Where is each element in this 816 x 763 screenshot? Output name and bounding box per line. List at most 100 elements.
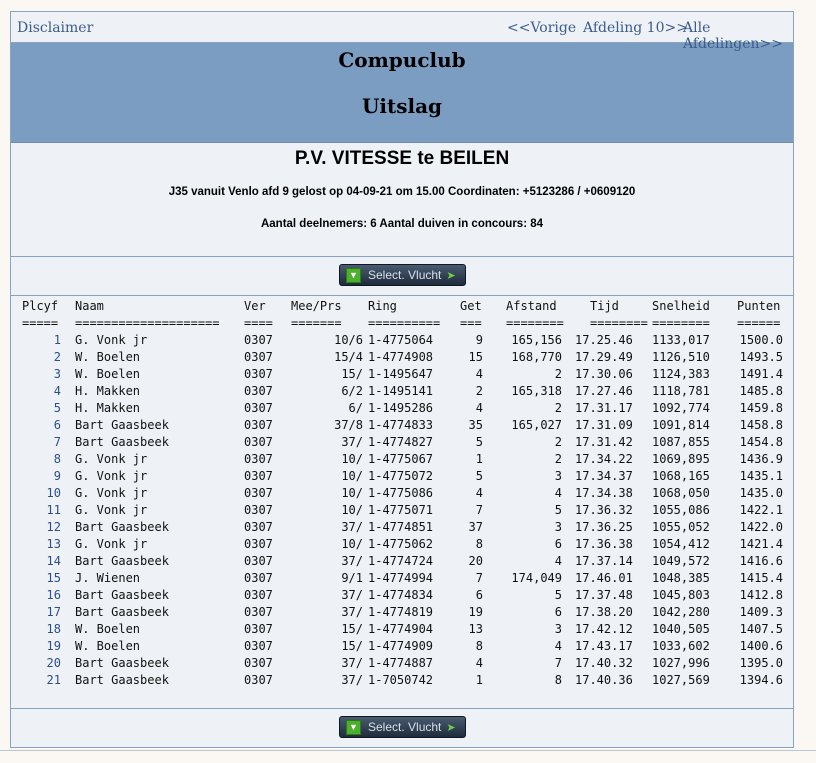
disclaimer-link[interactable]: Disclaimer (17, 20, 93, 36)
cell-snelheid: 1055,086 (652, 503, 710, 517)
cell-ring: 1-4774887 (368, 656, 434, 670)
cell-punten: 1400.6 (739, 639, 783, 653)
prev-link[interactable]: <<Vorige (507, 20, 576, 36)
button-bar-bottom: ▼ Select. Vlucht ➤ (11, 708, 793, 747)
cell-naam: W. Boelen (75, 367, 141, 381)
cell-snelheid: 1027,569 (652, 673, 710, 687)
cell-naam: W. Boelen (75, 350, 141, 364)
cell-punten: 1416.6 (739, 554, 783, 568)
cell-plaats: 18 (46, 622, 61, 636)
cell-naam: Bart Gaasbeek (75, 554, 169, 568)
cell-tijd: 17.37.48 (575, 588, 633, 602)
cell-snelheid: 1126,510 (652, 350, 710, 364)
cell-ver: 0307 (244, 537, 273, 551)
next-afdeling-link[interactable]: Afdeling 10>> (583, 20, 688, 36)
cell-ring: 1-4774827 (368, 435, 434, 449)
cell-plaats: 2 (53, 350, 61, 364)
cell-plaats: 12 (46, 520, 61, 534)
cell-ver: 0307 (244, 350, 273, 364)
cell-tijd: 17.36.32 (575, 503, 633, 517)
all-afdelingen-link[interactable]: Alle Afdelingen>> (683, 20, 793, 52)
cell-mee-prs: Mee/Prs (291, 299, 342, 313)
cell-snelheid: 1068,165 (652, 469, 710, 483)
cell-tijd: 17.36.25 (575, 520, 633, 534)
cell-ring: 1-4774851 (368, 520, 434, 534)
cell-plaats: Plcyf (22, 299, 59, 313)
cell-afstand: 4 (554, 554, 562, 568)
cell-punten: 1491.4 (739, 367, 783, 381)
cell-snelheid: 1118,781 (652, 384, 710, 398)
table-row: 3 W. Boelen 0307 15/1-1495647 4 2 17.30.06 1124… (11, 366, 793, 383)
table-row: 13 G. Vonk jr 0307 10/1-4775062 8 6 17.36.38 10… (11, 536, 793, 553)
cell-afstand: 2 (554, 367, 562, 381)
cell-get: 19 (468, 605, 483, 619)
table-row: 10 G. Vonk jr 0307 10/1-4775086 4 4 17.34.38 10… (11, 485, 793, 502)
cell-punten: 1454.8 (739, 435, 783, 449)
cell-get: 2 (475, 384, 483, 398)
cell-punten: 1485.8 (739, 384, 783, 398)
cell-ring: 1-4774908 (368, 350, 434, 364)
select-flight-label: Select. Vlucht (368, 268, 442, 282)
cell-get: 4 (475, 401, 483, 415)
select-flight-button-top[interactable]: ▼ Select. Vlucht ➤ (339, 264, 466, 286)
cell-naam: H. Makken (75, 401, 141, 415)
cell-get: 4 (475, 486, 483, 500)
table-row: 18 W. Boelen 0307 15/1-4774904 13 3 17.42.12 10… (11, 621, 793, 638)
cell-punten: 1407.5 (739, 622, 783, 636)
table-row: 21 Bart Gaasbeek 0307 37/1-7050742 1 8 17.40.3… (11, 672, 793, 689)
cell-naam: J. Wienen (75, 571, 141, 585)
select-flight-button-bottom[interactable]: ▼ Select. Vlucht ➤ (339, 716, 466, 738)
cell-afstand: 5 (554, 503, 562, 517)
cell-get: === (460, 316, 482, 330)
cell-afstand: 174,049 (511, 571, 562, 585)
club-name: P.V. VITESSE te BEILEN (294, 148, 510, 169)
table-row: 1 G. Vonk jr 0307 10/6 1-4775064 9 165,156 17.2… (11, 332, 793, 349)
table-row: 9 G. Vonk jr 0307 10/1-4775072 5 3 17.34.37 106… (11, 468, 793, 485)
participant-count: Aantal deelnemers: 6 Aantal duiven in co… (260, 218, 544, 230)
cell-mee-prs: 10/ (341, 486, 363, 500)
cell-afstand: 165,318 (511, 384, 562, 398)
cell-get: 9 (475, 333, 483, 347)
table-header-underline: ===== ==================== ==== ======= ====… (11, 315, 793, 332)
cell-afstand: 4 (554, 639, 562, 653)
cell-get: 4 (475, 367, 483, 381)
cell-naam: G. Vonk jr (75, 503, 148, 517)
arrow-right-icon: ➤ (446, 269, 456, 282)
cell-punten: 1415.4 (739, 571, 783, 585)
cell-ring: 1-1495141 (368, 384, 434, 398)
cell-ring: 1-1495647 (368, 367, 434, 381)
cell-get: 1 (475, 673, 483, 687)
cell-punten: 1493.5 (739, 350, 783, 364)
cell-afstand: 2 (554, 401, 562, 415)
cell-plaats: 6 (53, 418, 61, 432)
cell-mee-prs: 10/6 (334, 333, 363, 347)
cell-get: 1 (475, 452, 483, 466)
cell-snelheid: 1049,572 (652, 554, 710, 568)
cell-mee-prs: 37/ (341, 520, 363, 534)
cell-ring: 1-4775062 (368, 537, 434, 551)
cell-punten: ====== (737, 316, 781, 330)
cell-ring: Ring (368, 299, 397, 313)
cell-plaats: 9 (53, 469, 61, 483)
cell-plaats: 21 (46, 673, 61, 687)
cell-get: 20 (468, 554, 483, 568)
cell-ver: 0307 (244, 588, 273, 602)
cell-mee-prs: 9/1 (341, 571, 363, 585)
select-flight-label: Select. Vlucht (368, 720, 442, 734)
cell-afstand: 2 (554, 435, 562, 449)
cell-tijd: 17.34.37 (575, 469, 633, 483)
page-subtitle: Uitslag (361, 94, 443, 118)
cell-ver: Ver (244, 299, 266, 313)
cell-plaats: 1 (53, 333, 61, 347)
cell-ring: 1-4775072 (368, 469, 434, 483)
cell-punten: 1459.8 (739, 401, 783, 415)
cell-tijd: Tijd (590, 299, 619, 313)
cell-plaats: 16 (46, 588, 61, 602)
cell-ver: 0307 (244, 622, 273, 636)
arrow-right-icon: ➤ (446, 721, 456, 734)
cell-snelheid: 1124,383 (652, 367, 710, 381)
cell-mee-prs: 15/ (341, 367, 363, 381)
cell-get: 7 (475, 571, 483, 585)
cell-punten: 1500.0 (739, 333, 783, 347)
cell-mee-prs: 37/ (341, 656, 363, 670)
